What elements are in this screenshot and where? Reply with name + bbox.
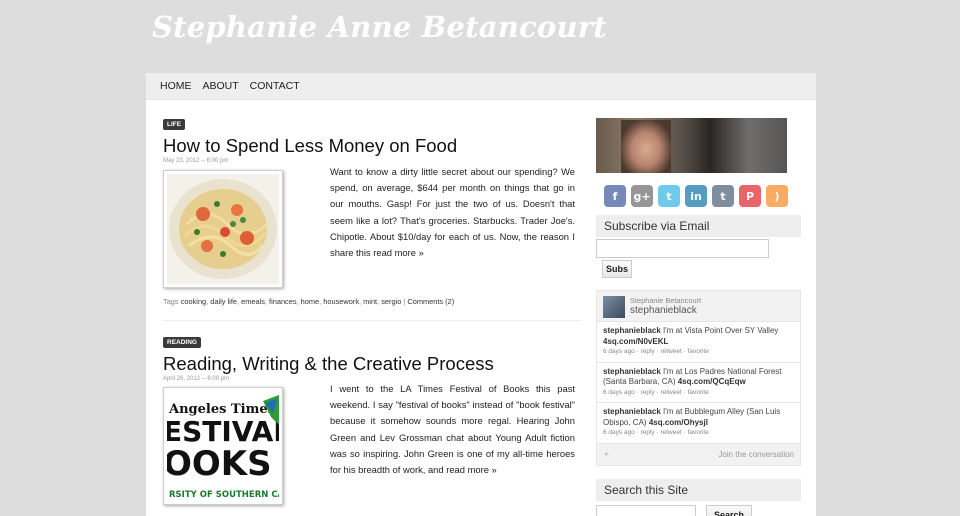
tag-link[interactable]: mint (363, 297, 377, 306)
twitter-handle[interactable]: stephanieblack (630, 305, 701, 316)
twitter-bird-icon: ✦ (603, 449, 610, 459)
nav-contact[interactable]: CONTACT (250, 80, 300, 92)
comments-link[interactable]: Comments (2) (407, 297, 454, 306)
tweet-user[interactable]: stephanieblack (603, 326, 661, 335)
post-divider (163, 320, 581, 321)
main-nav: HOME ABOUT CONTACT (146, 73, 816, 100)
tweet-actions[interactable]: 6 days ago · reply · retweet · favorite (603, 347, 794, 358)
subscribe-email-input[interactable] (596, 239, 769, 258)
twitter-header: Stephanie Betancourt stephanieblack (597, 291, 800, 322)
tweet-link[interactable]: 4sq.com/Ohysjl (649, 418, 708, 427)
tag-link[interactable]: housework (323, 297, 359, 306)
post-title[interactable]: Reading, Writing & the Creative Process (163, 353, 583, 375)
festival-of-books-image: Angeles Times ESTIVAL OOKS RSITY OF SOUT… (163, 391, 299, 501)
tag-link[interactable]: sergio (381, 297, 401, 306)
subscribe-button[interactable]: Subs (602, 260, 632, 278)
search-button[interactable]: Search (706, 504, 752, 516)
read-more-link[interactable]: read more » (373, 247, 424, 258)
tag-link[interactable]: home (301, 297, 320, 306)
google-plus-icon[interactable]: g+ (631, 185, 653, 207)
social-icons: f g+ t in t P) (596, 185, 801, 207)
tweet-user[interactable]: stephanieblack (603, 367, 661, 376)
tweet-actions[interactable]: 6 days ago · reply · retweet · favorite (603, 428, 794, 439)
pinterest-icon[interactable]: P (739, 185, 761, 207)
post-title[interactable]: How to Spend Less Money on Food (163, 135, 583, 157)
svg-text:OOKS: OOKS (167, 444, 272, 484)
join-conversation-link[interactable]: Join the conversation (718, 450, 794, 459)
pasta-image (167, 174, 279, 284)
sidebar: f g+ t in t P) Subscribe via Email Subs Steph… (596, 118, 801, 516)
content-wrapper: HOME ABOUT CONTACT LIFE How to Spend Les… (146, 73, 816, 516)
svg-text:RSITY OF SOUTHERN CALIF: RSITY OF SOUTHERN CALIF (169, 490, 279, 500)
twitter-widget: Stephanie Betancourt stephanieblack step… (596, 290, 801, 466)
category-badge[interactable]: LIFE (163, 119, 186, 130)
post-thumbnail[interactable] (163, 170, 283, 288)
tweet: stephanieblack I'm at Vista Point Over S… (597, 322, 800, 363)
tag-link[interactable]: daily life (210, 297, 237, 306)
post-thumbnail[interactable]: Angeles Times ESTIVAL OOKS RSITY OF SOUT… (163, 387, 299, 505)
twitter-footer: ✦ Join the conversation (597, 444, 800, 465)
tweet-link[interactable]: 4sq.com/QCqEqw (678, 377, 746, 386)
tag-link[interactable]: finances (269, 297, 297, 306)
post-article: LIFE How to Spend Less Money on Food May… (163, 113, 583, 164)
linkedin-icon[interactable]: in (685, 185, 707, 207)
site-title[interactable]: Stephanie Anne Betancourt (152, 10, 607, 44)
profile-photo (596, 118, 787, 173)
nav-about[interactable]: ABOUT (203, 80, 239, 92)
search-form: Search (596, 504, 801, 516)
facebook-icon[interactable]: f (604, 185, 626, 207)
post-article: READING Reading, Writing & the Creative … (163, 331, 583, 382)
post-tags: Tags cooking, daily life, emeals, financ… (163, 297, 455, 306)
tweet: stephanieblack I'm at Los Padres Nationa… (597, 362, 800, 403)
tag-link[interactable]: cooking (181, 297, 206, 306)
post-excerpt: I went to the LA Times Festival of Books… (330, 383, 575, 476)
tumblr-icon[interactable]: t (712, 185, 734, 207)
twitter-name[interactable]: Stephanie Betancourt (630, 296, 701, 305)
category-badge[interactable]: READING (163, 337, 201, 348)
tweet-actions[interactable]: 6 days ago · reply · retweet · favorite (603, 388, 794, 399)
tag-link[interactable]: emeals (241, 297, 265, 306)
nav-home[interactable]: HOME (160, 80, 192, 92)
twitter-icon[interactable]: t (658, 185, 680, 207)
search-input[interactable] (596, 504, 696, 516)
avatar[interactable] (603, 296, 625, 318)
subscribe-widget-title: Subscribe via Email (596, 215, 801, 237)
post-excerpt: Want to know a dirty little secret about… (330, 166, 575, 259)
tweet: stephanieblack I'm at Bubblegum Alley (S… (597, 403, 800, 444)
tweet-link[interactable]: 4sq.com/N0vEKL (603, 337, 668, 346)
search-widget-title: Search this Site (596, 478, 801, 501)
rss-icon[interactable]: ) (766, 185, 788, 207)
tweet-user[interactable]: stephanieblack (603, 407, 661, 416)
read-more-link[interactable]: read more » (446, 464, 497, 475)
